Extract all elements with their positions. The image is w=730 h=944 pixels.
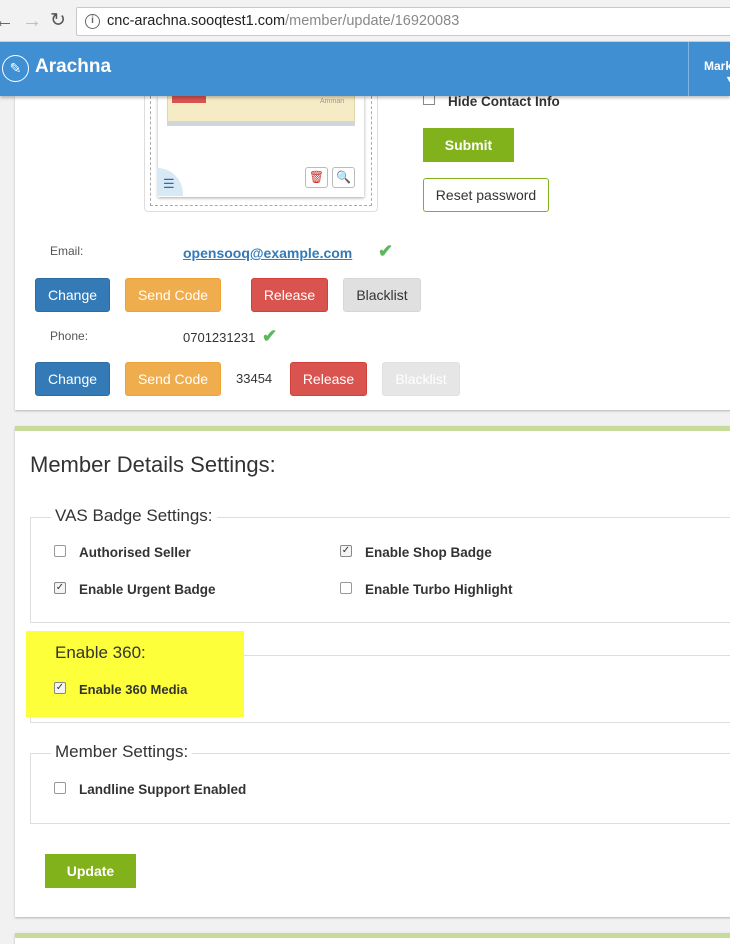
zoom-icon[interactable]: 🔍 xyxy=(332,167,355,188)
update-button[interactable]: Update xyxy=(45,854,136,888)
browser-toolbar: ← → ↻ i cnc-arachna.sooqtest1.com/member… xyxy=(0,0,730,42)
verification-code: 33454 xyxy=(236,371,273,386)
brand-name[interactable]: Arachna xyxy=(35,56,111,78)
url-text: cnc-arachna.sooqtest1.com/member/update/… xyxy=(107,13,459,29)
e360-legend: Enable 360: xyxy=(55,643,146,662)
info-icon[interactable]: i xyxy=(85,14,100,29)
next-panel xyxy=(15,933,730,944)
caret-down-icon[interactable]: ▼ xyxy=(725,74,730,84)
email-verified-check-icon: ✔ xyxy=(378,241,394,261)
shop-badge-checkbox[interactable]: ✓ xyxy=(340,545,352,557)
turbo-highlight-checkbox[interactable] xyxy=(340,582,352,594)
section-title: Member Details Settings: xyxy=(30,452,276,477)
image-tag xyxy=(172,96,206,103)
email-change-button[interactable]: Change xyxy=(35,278,110,312)
submit-button[interactable]: Submit xyxy=(423,128,514,162)
arrow-left-icon[interactable]: ← xyxy=(0,10,14,32)
pencil-logo-icon: ✎ xyxy=(2,55,29,82)
reset-password-button[interactable]: Reset password xyxy=(423,178,549,212)
enable-360-checkbox[interactable]: ✓ xyxy=(54,682,66,694)
enable-360-label: Enable 360 Media xyxy=(79,682,188,697)
phone-value: 0701231231 xyxy=(183,330,256,345)
phone-label: Phone: xyxy=(50,329,89,343)
url-path: /member/update/16920083 xyxy=(285,13,460,29)
phone-blacklist-button: Blacklist xyxy=(382,362,460,396)
urgent-badge-label: Enable Urgent Badge xyxy=(79,582,216,597)
hide-contact-label: Hide Contact Info xyxy=(448,94,560,109)
phone-verified-check-icon: ✔ xyxy=(262,326,278,346)
phone-release-button[interactable]: Release xyxy=(290,362,367,396)
email-release-button[interactable]: Release xyxy=(251,278,328,312)
email-blacklist-button[interactable]: Blacklist xyxy=(343,278,421,312)
trash-icon[interactable]: 🗑 xyxy=(305,167,328,188)
app-header: ✎ Arachna Mark ▼ xyxy=(0,42,730,96)
address-bar[interactable]: i cnc-arachna.sooqtest1.com/member/updat… xyxy=(76,7,730,36)
landline-support-label: Landline Support Enabled xyxy=(79,782,247,797)
vas-legend: VAS Badge Settings: xyxy=(51,506,217,526)
header-divider xyxy=(688,42,689,96)
reload-icon[interactable]: ↻ xyxy=(50,10,66,32)
hide-contact-checkbox[interactable] xyxy=(423,96,435,105)
url-host: cnc-arachna.sooqtest1.com xyxy=(107,13,286,29)
email-link[interactable]: opensooq@example.com xyxy=(183,245,352,261)
image-city-text: Amman xyxy=(320,98,345,105)
authorised-seller-label: Authorised Seller xyxy=(79,545,191,560)
member-settings-legend: Member Settings: xyxy=(51,742,193,762)
shop-badge-label: Enable Shop Badge xyxy=(365,545,492,560)
phone-change-button[interactable]: Change xyxy=(35,362,110,396)
image-strip xyxy=(167,121,355,126)
landline-support-checkbox[interactable] xyxy=(54,782,66,794)
vas-fieldset xyxy=(30,517,730,623)
arrow-right-icon[interactable]: → xyxy=(22,10,42,32)
market-menu[interactable]: Mark xyxy=(704,59,730,73)
turbo-highlight-label: Enable Turbo Highlight xyxy=(365,582,513,597)
email-label: Email: xyxy=(50,244,84,258)
email-send-code-button[interactable]: Send Code xyxy=(125,278,221,312)
urgent-badge-checkbox[interactable]: ✓ xyxy=(54,582,66,594)
phone-send-code-button[interactable]: Send Code xyxy=(125,362,221,396)
authorised-seller-checkbox[interactable] xyxy=(54,545,66,557)
